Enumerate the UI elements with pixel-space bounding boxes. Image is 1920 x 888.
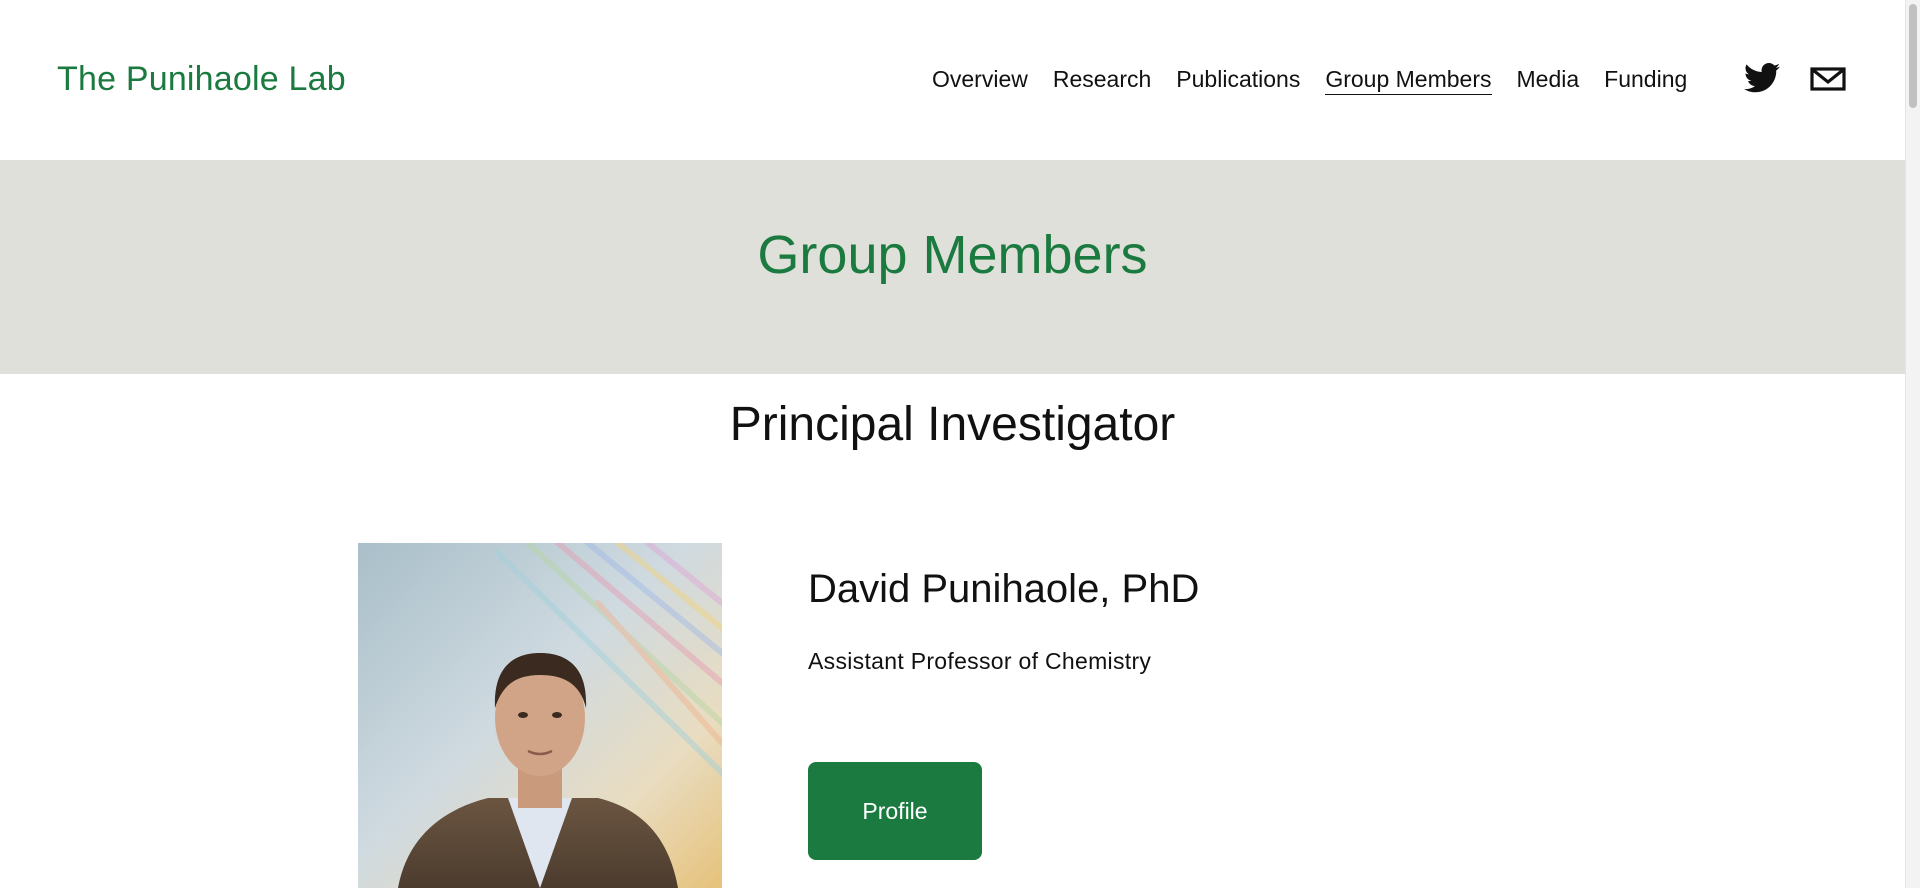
nav-overview[interactable]: Overview — [932, 64, 1028, 95]
site-header: The Punihaole Lab Overview Research Publ… — [0, 0, 1905, 160]
twitter-icon[interactable] — [1744, 62, 1780, 94]
section-title: Principal Investigator — [729, 398, 1176, 451]
email-icon[interactable] — [1810, 62, 1846, 94]
page-title: Group Members — [757, 225, 1148, 285]
portrait-image — [358, 543, 722, 888]
scrollbar-thumb[interactable] — [1909, 4, 1917, 108]
hero-banner: Group Members — [0, 160, 1905, 374]
site-title-link[interactable]: The Punihaole Lab — [57, 60, 346, 99]
nav-funding[interactable]: Funding — [1604, 64, 1687, 95]
member-photo — [358, 543, 722, 888]
nav-group-members[interactable]: Group Members — [1325, 64, 1492, 95]
nav-publications[interactable]: Publications — [1176, 64, 1300, 95]
member-name: David Punihaole, PhD — [808, 567, 1200, 611]
main-nav: Overview Research Publications Group Mem… — [932, 64, 1712, 95]
vertical-scrollbar[interactable] — [1905, 0, 1920, 888]
nav-media[interactable]: Media — [1517, 64, 1580, 95]
profile-button[interactable]: Profile — [808, 762, 982, 860]
member-role: Assistant Professor of Chemistry — [808, 648, 1152, 674]
social-links — [1744, 62, 1846, 94]
nav-research[interactable]: Research — [1053, 64, 1151, 95]
page: The Punihaole Lab Overview Research Publ… — [0, 0, 1920, 888]
